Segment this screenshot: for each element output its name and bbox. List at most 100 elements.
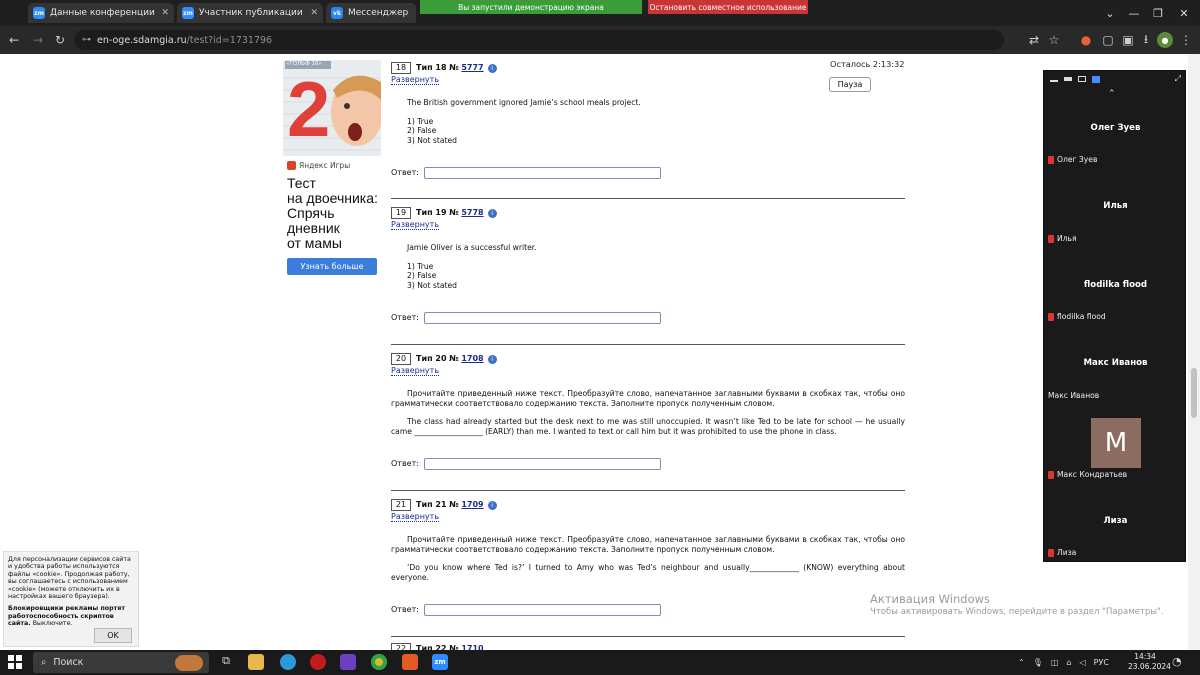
grade-digit: 2	[287, 65, 331, 153]
clock-date: 23.06.2024	[1128, 662, 1171, 671]
participant-label[interactable]: Лиза	[1048, 548, 1076, 557]
participant-name: Олег Зуев	[1090, 123, 1141, 133]
notifications-icon[interactable]: ◔	[1172, 655, 1182, 668]
yandex-games-icon	[287, 161, 296, 170]
participant-label[interactable]: Макс Иванов	[1048, 391, 1099, 400]
answer-input[interactable]	[423, 312, 661, 324]
participant-label[interactable]: Макс Кондратьев	[1048, 470, 1127, 479]
language-indicator[interactable]: РУС	[1094, 658, 1109, 667]
camera-icon[interactable]: ◫	[1051, 658, 1059, 667]
windows-taskbar: ⌕ Поиск ⧉ zm ⌃ 🎙 ◫ ⌂ ◁ РУС 14:34 23.06.2…	[0, 650, 1200, 675]
app-icon[interactable]	[340, 654, 356, 670]
info-icon[interactable]: i	[487, 500, 497, 510]
answer-label: Ответ:	[391, 168, 419, 178]
download-icon[interactable]: ⭳	[1138, 32, 1154, 48]
answer-option: 3) Not stated	[407, 136, 457, 145]
close-icon[interactable]: ✕	[310, 8, 318, 18]
task-view-icon[interactable]: ⧉	[218, 654, 234, 670]
menu-icon[interactable]: ⋮	[1178, 32, 1194, 48]
stop-share-button[interactable]: Остановить совместное использование	[648, 0, 808, 14]
answer-input[interactable]	[423, 167, 661, 179]
layout-speaker-icon[interactable]	[1078, 76, 1086, 82]
question-id-link[interactable]: 1709	[461, 500, 483, 509]
profile-avatar[interactable]: ●	[1157, 32, 1173, 48]
question-text: ‘Do you know where Ted is?’ I turned to …	[391, 563, 905, 582]
taskbar-search[interactable]: ⌕ Поиск	[33, 652, 209, 673]
participant-label[interactable]: Илья	[1048, 234, 1077, 243]
mic-icon[interactable]: 🎙	[1033, 658, 1043, 667]
chrome-icon[interactable]	[371, 654, 387, 670]
question-19: 19 Тип 19 № 5778 i Развернуть Jamie Oliver…	[391, 207, 905, 327]
participant-label[interactable]: flodilka flood	[1048, 312, 1106, 321]
scroll-up-icon[interactable]: ⌃	[1108, 89, 1116, 99]
cookie-text: Для персонализации сервисов сайта и удоб…	[8, 556, 131, 601]
answer-label: Ответ:	[391, 459, 419, 469]
taskbar-clock[interactable]: 14:34 23.06.2024	[1128, 652, 1171, 672]
back-icon[interactable]: ←	[6, 32, 22, 48]
windows-start-icon[interactable]	[8, 655, 22, 669]
bookmark-star-icon[interactable]: ☆	[1046, 32, 1062, 48]
tab-zoom-participant[interactable]: zm Участник публикации - Zoom ✕	[177, 3, 323, 23]
volume-icon[interactable]: ◁	[1080, 658, 1086, 667]
layout-strip-icon[interactable]	[1064, 77, 1072, 81]
extension-icon[interactable]: ●	[1078, 32, 1094, 48]
participant-name: Макс Иванов	[1083, 358, 1148, 368]
answer-row: Ответ:	[391, 312, 661, 324]
expand-link[interactable]: Развернуть	[391, 75, 440, 85]
extensions-puzzle-icon[interactable]: ▢	[1100, 32, 1116, 48]
close-icon[interactable]: ✕	[161, 8, 169, 18]
zoom-app-icon[interactable]: zm	[432, 654, 448, 670]
ad-headline-line: дневник	[287, 220, 340, 236]
info-icon[interactable]: i	[487, 354, 497, 364]
reload-icon[interactable]: ↻	[52, 32, 68, 48]
close-window-icon[interactable]: ✕	[1166, 0, 1200, 26]
info-icon[interactable]: i	[487, 63, 497, 73]
url-field[interactable]: ⊶ en-oge.sdamgia.ru/test?id=1731796	[74, 30, 1004, 50]
question-id-link[interactable]: 5778	[461, 208, 483, 217]
answer-row: Ответ:	[391, 167, 661, 179]
expand-link[interactable]: Развернуть	[391, 512, 440, 522]
info-icon[interactable]: i	[487, 208, 497, 218]
site-info-icon[interactable]: ⊶	[82, 35, 91, 45]
forward-icon[interactable]: →	[30, 32, 46, 48]
ad-image[interactable]: «ГОЛЬФ 16» 2	[283, 60, 381, 156]
cookie-ok-button[interactable]: OK	[94, 628, 132, 643]
expand-link[interactable]: Развернуть	[391, 220, 440, 230]
tab-label: Мессенджер	[348, 8, 409, 18]
layout-grid-icon[interactable]	[1092, 75, 1100, 83]
answer-option: 3) Not stated	[407, 281, 457, 290]
answer-input[interactable]	[423, 604, 661, 616]
brave-icon[interactable]	[402, 654, 418, 670]
answer-option: 2) False	[407, 126, 437, 135]
clock-time: 14:34	[1134, 652, 1156, 661]
participant-label-text: flodilka flood	[1057, 312, 1106, 321]
question-type: Тип 21 №	[416, 500, 459, 509]
network-icon[interactable]: ⌂	[1066, 658, 1071, 667]
answer-input[interactable]	[423, 458, 661, 470]
tab-zoom-conference[interactable]: zm Данные конференции - Zoom ✕	[28, 3, 174, 23]
scrollbar-thumb[interactable]	[1191, 368, 1197, 418]
participant-label[interactable]: Олег Зуев	[1048, 155, 1097, 164]
file-explorer-icon[interactable]	[248, 654, 264, 670]
ad-learn-more-button[interactable]: Узнать больше	[287, 258, 377, 275]
participant-label-text: Макс Иванов	[1048, 391, 1100, 400]
zoom-icon: zm	[182, 7, 194, 19]
translate-icon[interactable]: ⇄	[1026, 32, 1042, 48]
expand-link[interactable]: Развернуть	[391, 366, 440, 376]
page-scrollbar[interactable]	[1188, 54, 1200, 650]
opera-icon[interactable]	[310, 654, 326, 670]
muted-mic-icon	[1048, 155, 1054, 164]
edge-icon[interactable]	[280, 654, 296, 670]
question-id-link[interactable]: 1708	[461, 354, 483, 363]
expand-icon[interactable]: ⤢	[1175, 74, 1181, 84]
layout-single-icon[interactable]	[1050, 80, 1058, 82]
question-id-link[interactable]: 5777	[461, 63, 483, 72]
tray-expand-icon[interactable]: ⌃	[1018, 658, 1025, 667]
question-text: The class had already started but the de…	[391, 417, 905, 436]
participant-label-text: Олег Зуев	[1057, 155, 1098, 164]
sidepanel-icon[interactable]: ▣	[1120, 32, 1136, 48]
participant-label-text: Лиза	[1057, 548, 1077, 557]
search-highlight-icon	[175, 654, 203, 671]
advertisement[interactable]: «ГОЛЬФ 16» 2 Яндекс Игры Тест на двоечни…	[283, 60, 381, 310]
tab-messenger[interactable]: vk Мессенджер	[326, 3, 416, 23]
